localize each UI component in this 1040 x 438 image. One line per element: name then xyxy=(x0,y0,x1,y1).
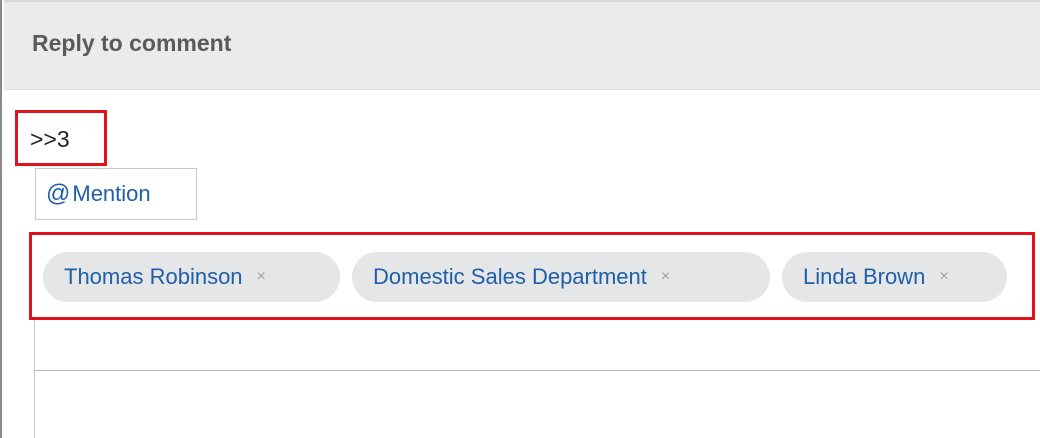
recipient-tag-domestic-sales-department[interactable]: Domestic Sales Department × xyxy=(352,252,770,302)
recipient-tag-linda-brown[interactable]: Linda Brown × xyxy=(782,252,1007,302)
recipient-tag-thomas-robinson[interactable]: Thomas Robinson × xyxy=(43,252,340,302)
recipient-tag-label: Domestic Sales Department xyxy=(373,264,647,289)
reply-text-editor[interactable] xyxy=(34,370,1040,438)
at-sign-icon: @ xyxy=(46,180,71,207)
quote-reference: >>3 xyxy=(30,126,70,152)
close-icon[interactable]: × xyxy=(661,268,670,286)
recipient-tag-label: Thomas Robinson xyxy=(64,264,243,289)
mention-button[interactable]: @ Mention xyxy=(35,168,197,220)
page-title: Reply to comment xyxy=(32,30,232,56)
close-icon[interactable]: × xyxy=(257,268,266,286)
close-icon[interactable]: × xyxy=(939,268,948,286)
panel-header: Reply to comment xyxy=(4,0,1040,90)
reply-panel: Reply to comment >>3 @ Mention Thomas Ro… xyxy=(0,0,1040,438)
mention-label: Mention xyxy=(72,181,151,206)
recipient-tag-label: Linda Brown xyxy=(803,264,926,289)
